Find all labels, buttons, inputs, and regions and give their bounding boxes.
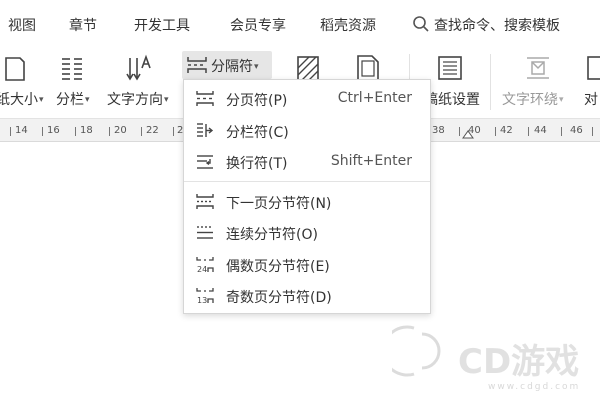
column-break-icon — [197, 123, 214, 137]
text-direction-label: 文字方向 — [107, 92, 163, 108]
ruler-tick — [109, 127, 110, 136]
ruler-number: 44 — [534, 125, 547, 136]
chevron-down-icon: ▾ — [39, 95, 44, 105]
odd-page-section-icon: 13 — [196, 288, 214, 304]
page-border-icon[interactable] — [354, 54, 382, 82]
app-window: 视图 章节 开发工具 会员专享 稻壳资源 查找命令、搜索模板 纸大小▾ 分栏▾ — [0, 0, 600, 400]
paper-size-button[interactable]: 纸大小▾ — [0, 89, 44, 109]
break-dropdown-menu: 分页符(P) Ctrl+Enter 分栏符(C) 换行符(T) Shift+En… — [183, 79, 431, 314]
command-search-input[interactable]: 查找命令、搜索模板 — [434, 15, 560, 35]
tab-docer-resources[interactable]: 稻壳资源 — [320, 15, 376, 35]
continuous-section-icon — [197, 226, 213, 239]
site-watermark: CD游戏 www.cdgd.com — [392, 318, 592, 394]
menu-item-label: 换行符(T) — [226, 156, 288, 172]
ruler-tick — [528, 127, 529, 136]
ruler-tick — [42, 127, 43, 136]
break-icon — [187, 57, 207, 73]
chevron-down-icon: ▾ — [164, 95, 169, 105]
ruler-number: 16 — [47, 125, 60, 136]
chevron-down-icon: ▾ — [85, 95, 90, 105]
ruler-tick — [561, 127, 562, 136]
break-dropdown-button[interactable]: 分隔符▾ — [182, 51, 272, 79]
menu-item-line-break[interactable]: 换行符(T) Shift+Enter — [184, 146, 430, 176]
menu-item-page-break[interactable]: 分页符(P) Ctrl+Enter — [184, 83, 430, 113]
menu-item-label: 偶数页分节符(E) — [226, 259, 330, 275]
text-direction-icon[interactable] — [126, 54, 154, 82]
ruler-number: 42 — [500, 125, 513, 136]
columns-button[interactable]: 分栏▾ — [56, 89, 90, 109]
ruler-number: 14 — [15, 125, 28, 136]
menu-item-continuous-section[interactable]: 连续分节符(O) — [184, 217, 430, 247]
ruler-tick — [592, 127, 593, 136]
manuscript-paper-icon[interactable] — [436, 54, 464, 82]
menu-item-odd-page-section[interactable]: 13 奇数页分节符(D) — [184, 280, 430, 310]
line-break-icon — [197, 155, 213, 169]
ruler-tick — [10, 127, 11, 136]
ruler-number: 46 — [570, 125, 583, 136]
menu-item-label: 连续分节符(O) — [226, 227, 318, 243]
menu-item-label: 下一页分节符(N) — [226, 196, 332, 212]
svg-text:24: 24 — [197, 265, 207, 273]
ruler-number: 18 — [80, 125, 93, 136]
tab-developer-tools[interactable]: 开发工具 — [134, 15, 190, 35]
align-button[interactable]: 对 — [584, 89, 598, 109]
chevron-down-icon: ▾ — [254, 62, 259, 72]
chevron-down-icon: ▾ — [559, 95, 564, 105]
ruler-number: 38 — [432, 125, 445, 136]
menu-item-column-break[interactable]: 分栏符(C) — [184, 115, 430, 145]
menu-item-even-page-section[interactable]: 24 偶数页分节符(E) — [184, 249, 430, 279]
text-direction-button[interactable]: 文字方向▾ — [107, 89, 169, 109]
columns-label: 分栏 — [56, 92, 84, 108]
svg-text:13: 13 — [197, 296, 207, 304]
ruler-tick — [495, 127, 496, 136]
watermark-url: www.cdgd.com — [488, 382, 581, 392]
paper-size-label: 纸大小 — [0, 92, 38, 108]
menu-divider — [184, 181, 430, 182]
ruler-tick — [75, 127, 76, 136]
ruler-tick — [459, 127, 460, 136]
ribbon-divider — [490, 54, 491, 110]
tab-view[interactable]: 视图 — [8, 15, 36, 35]
menu-item-label: 奇数页分节符(D) — [226, 290, 332, 306]
watermark-logo-icon — [392, 325, 441, 377]
ruler-number: 20 — [114, 125, 127, 136]
page-break-icon — [196, 91, 214, 106]
paper-setting-button[interactable]: 稿纸设置 — [424, 89, 480, 109]
search-icon[interactable] — [412, 15, 430, 33]
menu-item-shortcut: Ctrl+Enter — [337, 90, 412, 106]
menu-item-label: 分页符(P) — [226, 93, 288, 109]
indent-marker-icon[interactable] — [462, 129, 474, 139]
ruler-tick — [173, 127, 174, 136]
menu-item-shortcut: Shift+Enter — [330, 153, 412, 169]
align-icon[interactable] — [584, 54, 600, 82]
ruler-number: 22 — [146, 125, 159, 136]
menu-bar: 视图 章节 开发工具 会员专享 稻壳资源 查找命令、搜索模板 — [0, 0, 600, 46]
page-background-icon[interactable] — [294, 54, 322, 82]
tab-member[interactable]: 会员专享 — [230, 15, 286, 35]
menu-item-label: 分栏符(C) — [226, 125, 289, 141]
columns-icon[interactable] — [58, 54, 86, 82]
ruler-tick — [141, 127, 142, 136]
text-wrap-icon[interactable] — [524, 54, 552, 82]
text-wrap-button[interactable]: 文字环绕▾ — [502, 89, 564, 109]
next-page-section-icon — [196, 194, 214, 209]
text-wrap-label: 文字环绕 — [502, 92, 558, 108]
even-page-section-icon: 24 — [196, 257, 214, 273]
break-button-label: 分隔符 — [211, 59, 253, 75]
watermark-brand: CD游戏 — [458, 342, 580, 382]
menu-item-next-page-section[interactable]: 下一页分节符(N) — [184, 186, 430, 216]
tab-chapter[interactable]: 章节 — [69, 15, 97, 35]
paper-size-icon[interactable] — [2, 54, 30, 82]
